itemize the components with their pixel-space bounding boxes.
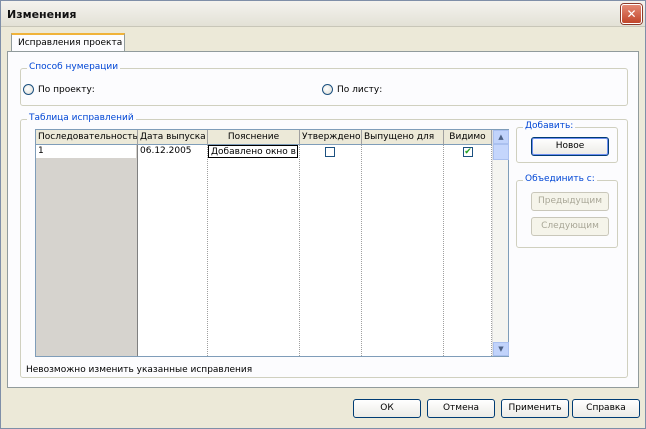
tab-project-revisions[interactable]: Исправления проекта [11, 33, 125, 52]
help-button[interactable]: Справка [572, 399, 640, 418]
table-header: Последовательность Дата выпуска Пояснени… [36, 130, 492, 145]
col-header-sequence[interactable]: Последовательность [36, 130, 138, 145]
radio-circle-icon[interactable] [23, 84, 34, 95]
close-icon[interactable]: ✕ [621, 4, 642, 24]
radio-by-project[interactable]: По проекту: [23, 84, 95, 95]
col-header-approved[interactable]: Утверждено [300, 130, 362, 145]
apply-button[interactable]: Применить [501, 399, 569, 418]
add-legend: Добавить: [523, 121, 576, 131]
window-title: Изменения [7, 8, 77, 21]
tab-label: Исправления проекта [18, 38, 123, 48]
cell-note-editor[interactable]: Добавлено окно в [208, 145, 298, 158]
col-date: 06.12.2005 [138, 145, 208, 356]
cell-sequence[interactable]: 1 [36, 145, 136, 158]
table-scrollbar[interactable]: ▲ ▼ [492, 130, 509, 356]
col-approved [300, 145, 362, 356]
table-row: 1 06.12.2005 Добавлено окно в ✔ [36, 145, 492, 356]
radio-circle-icon[interactable] [322, 84, 333, 95]
approved-checkbox[interactable] [325, 147, 335, 157]
scroll-down-icon[interactable]: ▼ [493, 342, 509, 356]
col-header-issued-for[interactable]: Выпущено для [362, 130, 444, 145]
scroll-thumb[interactable] [493, 144, 509, 160]
scroll-up-icon[interactable]: ▲ [493, 130, 509, 144]
visible-checkbox[interactable]: ✔ [463, 147, 473, 157]
title-bar[interactable]: Изменения ✕ [1, 1, 645, 27]
footer-note: Невозможно изменить указанные исправлени… [26, 365, 253, 375]
dialog-window: Изменения ✕ Исправления проекта Способ н… [0, 0, 646, 429]
col-note: Добавлено окно в [208, 145, 300, 356]
ok-button[interactable]: ОК [353, 399, 421, 418]
radio-by-sheet-label: По листу: [337, 84, 383, 95]
cancel-button[interactable]: Отмена [427, 399, 495, 418]
col-header-date[interactable]: Дата выпуска [138, 130, 208, 145]
numbering-legend: Способ нумерации [27, 62, 121, 72]
radio-by-sheet[interactable]: По листу: [322, 84, 382, 95]
merge-previous-button[interactable]: Предыдущим [531, 192, 609, 211]
new-revision-button[interactable]: Новое [531, 137, 609, 156]
tab-page: Способ нумерации По проекту: По листу: Т… [7, 51, 639, 388]
col-visible: ✔ [444, 145, 492, 356]
merge-group: Объединить с: [516, 174, 618, 248]
col-header-visible[interactable]: Видимо [444, 130, 492, 145]
radio-by-project-label: По проекту: [38, 84, 95, 95]
col-issued-for [362, 145, 444, 356]
merge-legend: Объединить с: [523, 174, 597, 184]
revisions-legend: Таблица исправлений [27, 113, 136, 123]
col-header-note[interactable]: Пояснение [208, 130, 300, 145]
numbering-group: Способ нумерации По проекту: По листу: [20, 62, 628, 106]
col-sequence: 1 [36, 145, 138, 356]
revisions-table[interactable]: Последовательность Дата выпуска Пояснени… [35, 129, 509, 357]
merge-next-button[interactable]: Следующим [531, 217, 609, 236]
cell-date[interactable]: 06.12.2005 [138, 145, 206, 158]
cell-issued-for[interactable] [362, 145, 442, 158]
